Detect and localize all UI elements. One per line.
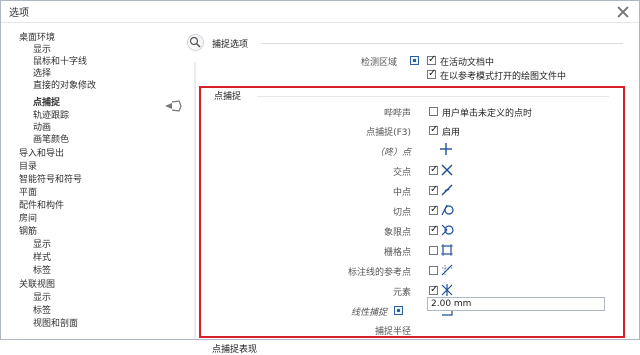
point-snap-f3-label: 点捕捉(F3) — [366, 128, 411, 138]
tree-item-point-snap[interactable]: 点捕捉 — [33, 97, 60, 109]
point-snap-enable-checkbox[interactable] — [429, 124, 438, 135]
tangent-label: 切点 — [392, 208, 411, 218]
tree-item-pen-color[interactable]: 画笔颜色 — [33, 134, 69, 146]
grid-square-icon — [440, 243, 454, 257]
dimension-reference-icon — [440, 263, 454, 277]
tangent-checkbox[interactable] — [429, 204, 438, 215]
beep-label: 哔哔声 — [383, 109, 411, 119]
point-snap-title: 点捕捉 — [214, 92, 242, 102]
beep-description: 用户单击未定义的点时 — [442, 109, 533, 119]
options-panel: 捕捉选项 检测区域 在活动文档中 在以参考模式打开的绘图文件中 点捕捉 哔哔声 … — [199, 24, 639, 355]
intersection-x-icon — [440, 163, 454, 177]
tree-item-associated-view[interactable]: 关联视图 — [19, 279, 55, 291]
tree-item-import-export[interactable]: 导入和导出 — [19, 148, 64, 160]
panel-divider[interactable] — [194, 62, 196, 339]
capture-options-divider — [261, 43, 623, 44]
tree-item-style[interactable]: 样式 — [33, 252, 51, 264]
grid-point-label: 栅格点 — [383, 248, 411, 258]
tree-item-room[interactable]: 房间 — [19, 213, 37, 225]
midpoint-label: 中点 — [392, 188, 411, 198]
dimension-reference-checkbox[interactable] — [429, 266, 438, 275]
window-title: 选项 — [9, 8, 29, 19]
tree-item-view-display[interactable]: 显示 — [33, 292, 51, 304]
active-document-label: 在活动文档中 — [440, 58, 495, 68]
quadrant-checkbox[interactable] — [429, 224, 438, 235]
intersection-label: 交点 — [392, 168, 411, 178]
tree-item-selection[interactable]: 选择 — [33, 68, 51, 80]
options-tree[interactable]: 桌面环境 显示 鼠标和十字线 选择 直接的对象修改 点捕捉 轨迹跟踪 动画 画笔… — [1, 24, 191, 339]
tree-item-catalog[interactable]: 目录 — [19, 161, 37, 173]
tree-item-display[interactable]: 显示 — [33, 44, 51, 56]
point-snap-behavior-title: 点捕捉表现 — [212, 345, 258, 355]
tree-item-direct-modification[interactable]: 直接的对象修改 — [33, 80, 96, 92]
plus-icon — [439, 142, 453, 156]
pin-icon[interactable] — [164, 100, 182, 112]
snap-radius-label: 捕捉半径 — [374, 327, 411, 337]
quadrant-icon — [440, 223, 454, 237]
info-icon[interactable] — [410, 56, 419, 65]
tree-item-desktop-environment[interactable]: 桌面环境 — [19, 32, 55, 44]
options-window: 选项 桌面环境 显示 鼠标和十字线 选择 直接的对象修改 点捕捉 轨迹跟踪 动画… — [0, 0, 640, 355]
element-label: 元素 — [392, 288, 411, 298]
detection-area-label: 检测区域 — [360, 58, 397, 68]
tree-item-view-label[interactable]: 标签 — [33, 305, 51, 317]
quadrant-label: 象限点 — [383, 228, 411, 238]
tree-item-views-sections[interactable]: 视图和剖面 — [33, 318, 78, 330]
intersection-checkbox[interactable] — [429, 164, 438, 175]
capture-options-title: 捕捉选项 — [212, 40, 249, 50]
snap-radius-input[interactable] — [427, 297, 605, 311]
tree-item-plane[interactable]: 平面 — [19, 187, 37, 199]
active-document-checkbox[interactable] — [427, 54, 436, 65]
beep-checkbox[interactable] — [429, 107, 438, 116]
tree-item-smart-symbols[interactable]: 智能符号和符号 — [19, 174, 82, 186]
close-icon[interactable] — [615, 4, 631, 20]
tangent-icon — [440, 203, 454, 217]
point-snap-group: 点捕捉 哔哔声 用户单击未定义的点时 点捕捉(F3) 启用 （咚）点 交点 中点 — [199, 86, 625, 338]
tree-item-animation[interactable]: 动画 — [33, 122, 51, 134]
reference-drawing-label: 在以参考模式打开的绘图文件中 — [440, 72, 567, 82]
point-snap-enable-label: 启用 — [442, 128, 461, 138]
midpoint-icon — [440, 183, 454, 197]
tree-item-reinforcement[interactable]: 钢筋 — [19, 226, 37, 238]
linear-snap-label: 线性捕捉 — [350, 308, 387, 318]
reference-drawing-checkbox[interactable] — [427, 68, 436, 79]
point-snap-divider — [257, 96, 609, 97]
linear-snap-info-icon[interactable] — [394, 306, 403, 315]
dong-point-label: （咚）点 — [374, 148, 411, 158]
element-icon — [440, 283, 454, 297]
title-bar: 选项 — [1, 1, 639, 23]
tree-item-reinforcement-display[interactable]: 显示 — [33, 239, 51, 251]
dimension-reference-label: 标注线的参考点 — [347, 268, 411, 278]
grid-point-checkbox[interactable] — [429, 246, 438, 255]
tree-item-track-tracing[interactable]: 轨迹跟踪 — [33, 110, 69, 122]
tree-item-reinforcement-label[interactable]: 标签 — [33, 265, 51, 277]
element-checkbox[interactable] — [429, 284, 438, 295]
tree-item-mouse-crosshair[interactable]: 鼠标和十字线 — [33, 56, 87, 68]
tree-item-fittings[interactable]: 配件和构件 — [19, 200, 64, 212]
window-content: 桌面环境 显示 鼠标和十字线 选择 直接的对象修改 点捕捉 轨迹跟踪 动画 画笔… — [1, 24, 639, 355]
midpoint-checkbox[interactable] — [429, 184, 438, 195]
